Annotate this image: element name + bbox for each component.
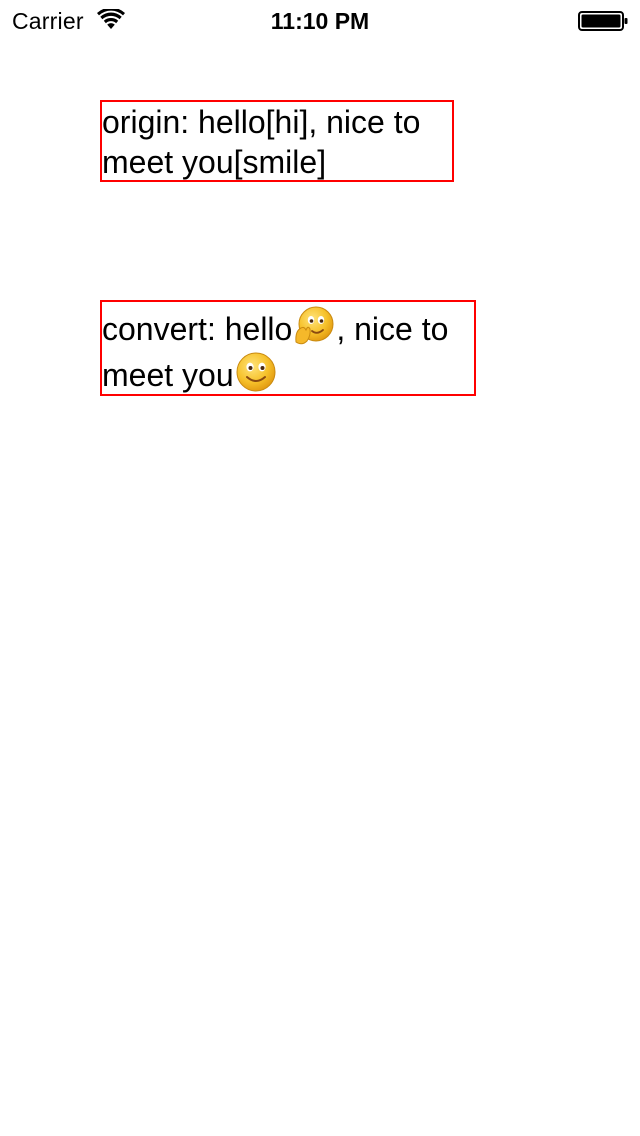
convert-line-2-prefix: meet you <box>102 357 234 393</box>
origin-text-box: origin: hello[hi], nice to meet you[smil… <box>100 100 454 182</box>
origin-line-1: origin: hello[hi], nice to <box>102 104 421 140</box>
convert-text-box: convert: hello , nice to meet you <box>100 300 476 396</box>
convert-line-2: meet you <box>102 348 474 394</box>
status-time: 11:10 PM <box>270 8 370 34</box>
convert-line-1-prefix: convert: hello <box>102 311 293 347</box>
waving-hi-emoji-icon <box>292 304 336 348</box>
status-bar: Carrier 11:10 PM <box>0 0 640 40</box>
origin-line-2: meet you[smile] <box>102 144 327 180</box>
convert-line-1: convert: hello , nice to <box>102 302 474 348</box>
smile-emoji-icon <box>234 350 278 394</box>
battery-full-icon <box>578 10 630 32</box>
convert-line-1-suffix: , nice to <box>336 311 449 347</box>
